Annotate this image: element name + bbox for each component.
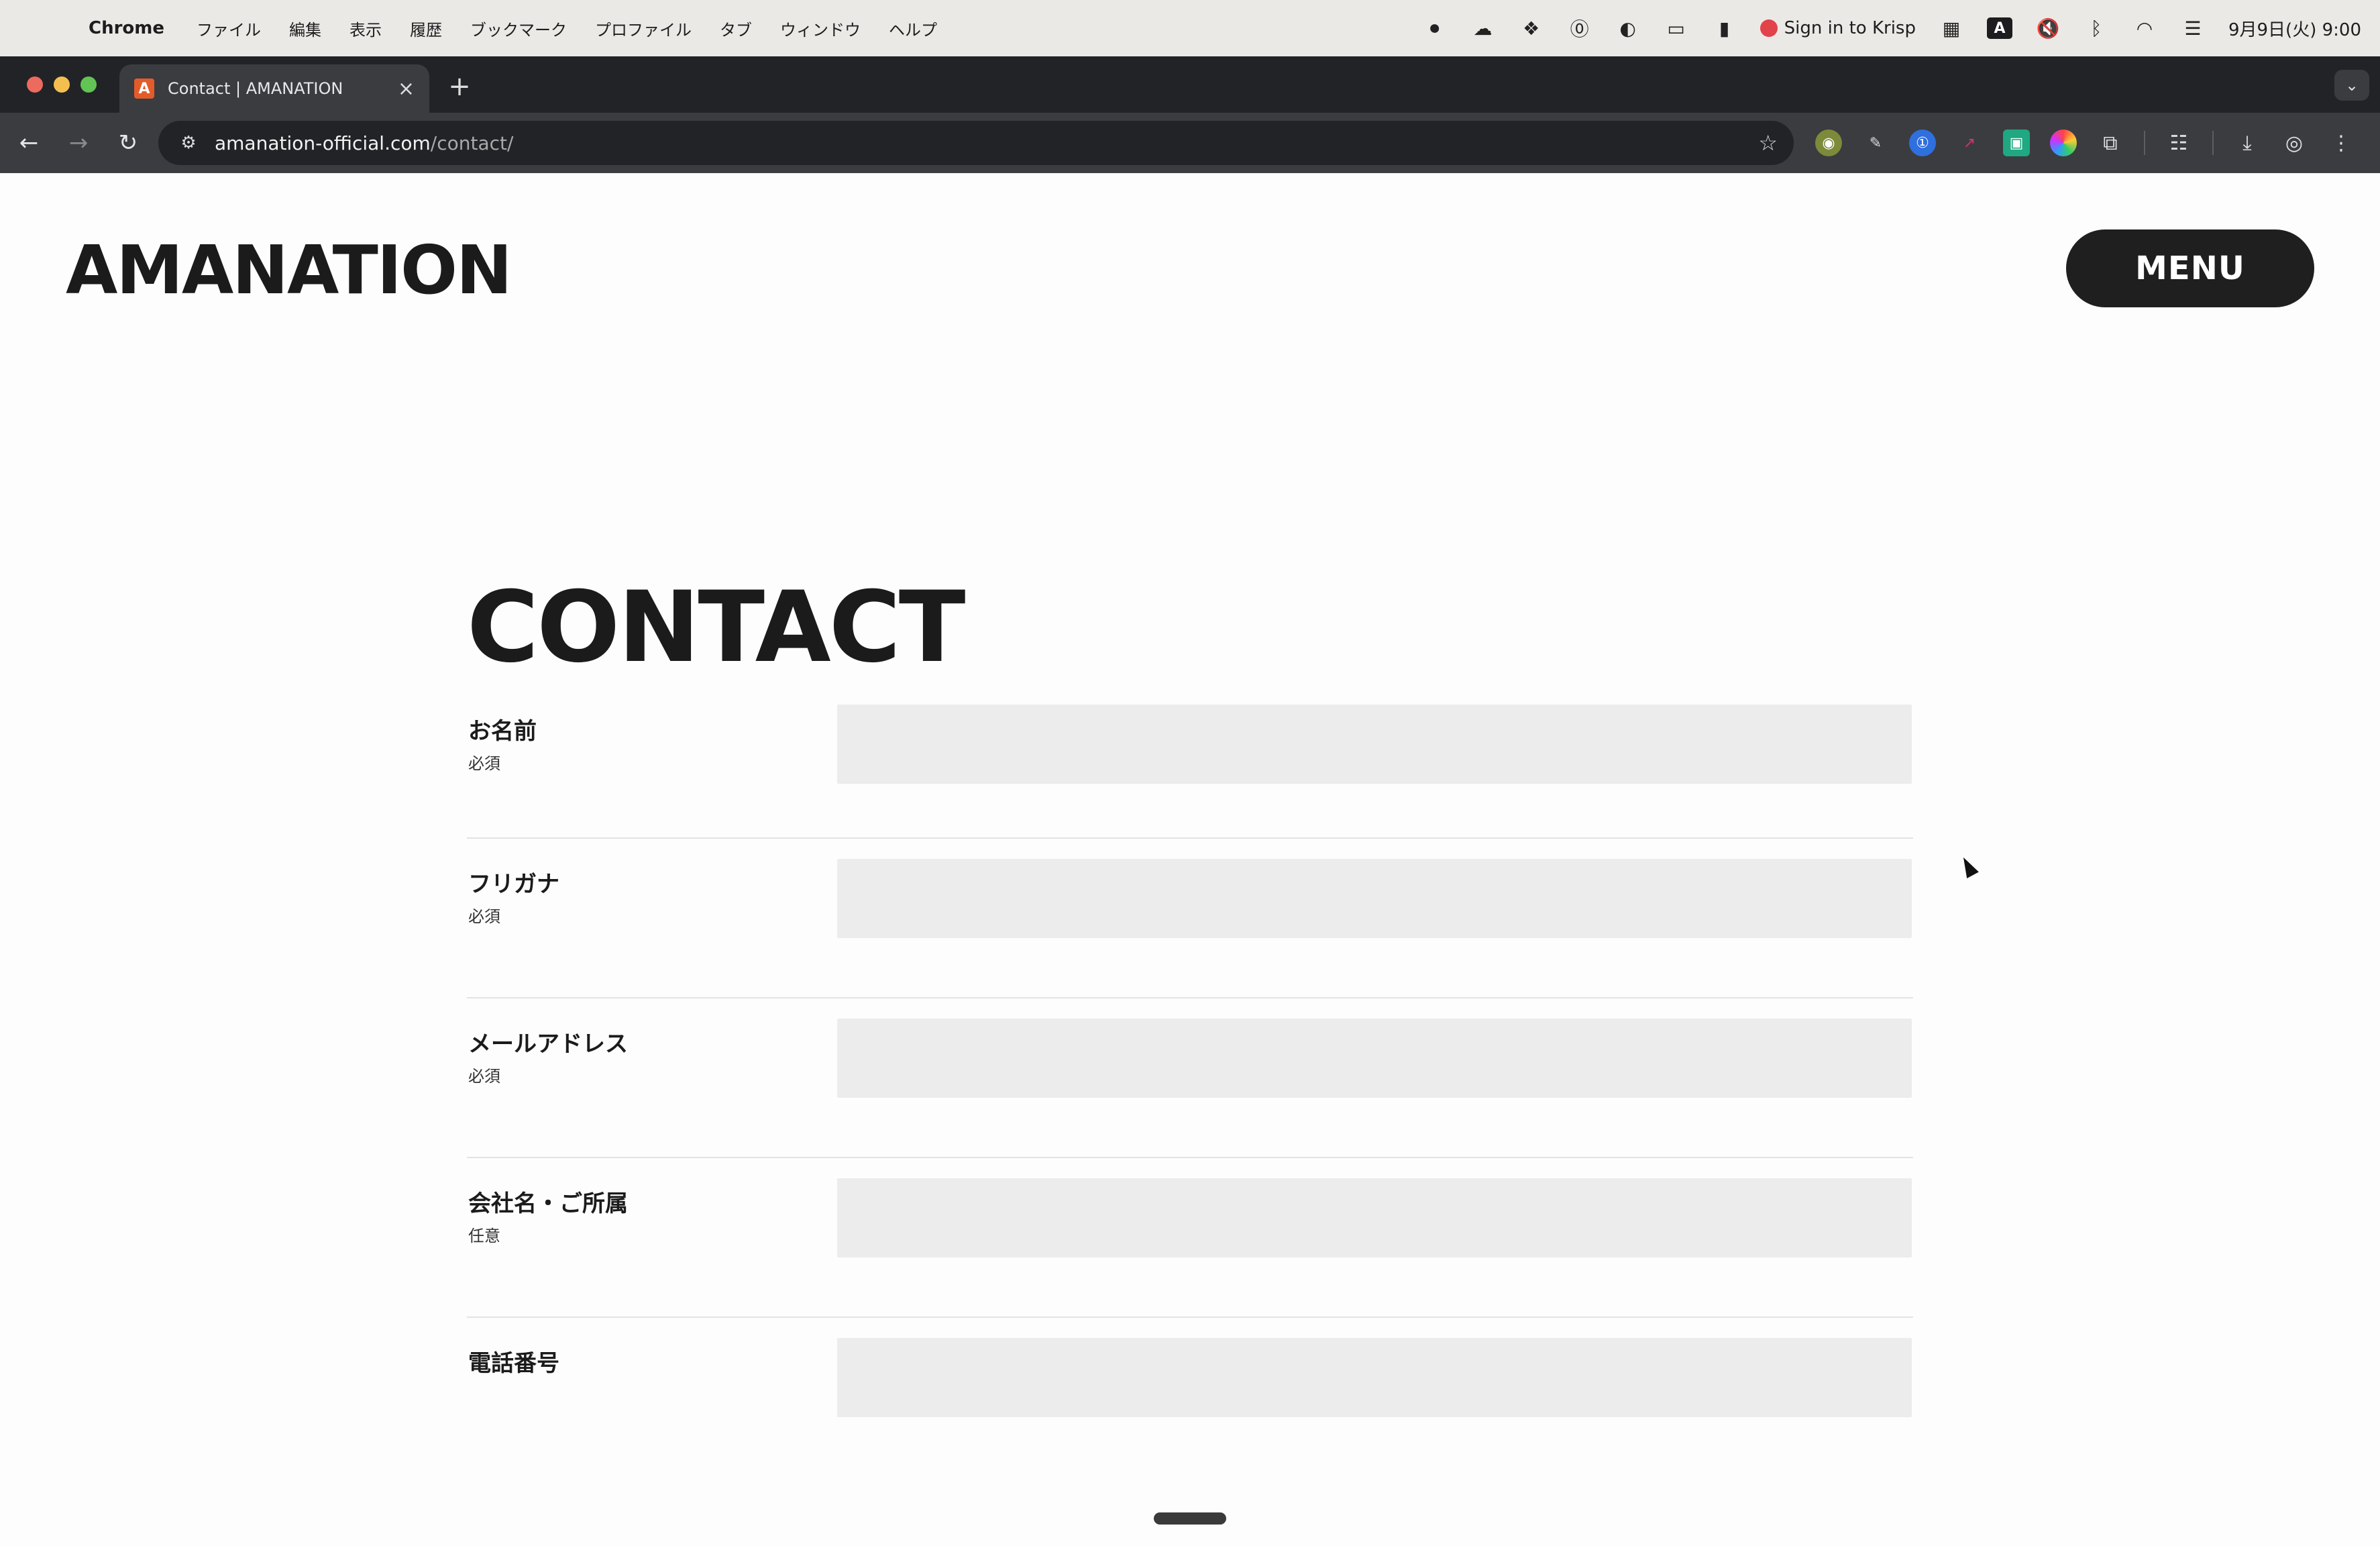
extension-link-icon[interactable]: ↗ bbox=[1956, 130, 1983, 156]
control-center-icon[interactable]: ☰ bbox=[2180, 15, 2206, 41]
display-icon[interactable]: ▭ bbox=[1664, 15, 1689, 41]
forward-icon[interactable]: → bbox=[58, 122, 99, 164]
onepassword-icon[interactable]: ⓪ bbox=[1567, 15, 1592, 41]
app-menu-chrome[interactable]: Chrome bbox=[89, 18, 164, 38]
mute-icon[interactable]: 🔇 bbox=[2035, 15, 2061, 41]
menu-history[interactable]: 履歴 bbox=[410, 17, 442, 40]
profile-icon[interactable]: ◎ bbox=[2281, 130, 2308, 156]
menu-edit[interactable]: 編集 bbox=[289, 17, 321, 40]
record-icon[interactable]: ⏺ bbox=[1422, 15, 1448, 41]
reading-list-icon[interactable]: ☷ bbox=[2165, 130, 2192, 156]
name-input[interactable] bbox=[837, 705, 1912, 784]
krisp-status[interactable]: Sign in to Krisp bbox=[1760, 18, 1916, 38]
memory-icon[interactable]: ▦ bbox=[1939, 15, 1964, 41]
moon-icon[interactable]: ◐ bbox=[1615, 15, 1641, 41]
input-source-badge[interactable]: A bbox=[1986, 17, 2012, 39]
scroll-handle[interactable] bbox=[1154, 1512, 1226, 1525]
required-badge: 必須 bbox=[468, 754, 500, 773]
menu-help[interactable]: ヘルプ bbox=[889, 17, 937, 40]
form-row-phone: 電話番号 bbox=[467, 1318, 1913, 1417]
bookmark-star-icon[interactable]: ☆ bbox=[1758, 130, 1778, 156]
status-tray: ⏺ ☁ ❖ ⓪ ◐ ▭ ▮ Sign in to Krisp ▦ A 🔇 ᛒ ◠… bbox=[1422, 15, 2361, 41]
battery-icon[interactable]: ▮ bbox=[1712, 15, 1737, 41]
toolbar-divider bbox=[2212, 131, 2214, 155]
menu-bookmarks[interactable]: ブックマーク bbox=[470, 17, 567, 40]
reload-icon[interactable]: ↻ bbox=[107, 122, 149, 164]
page-title: CONTACT bbox=[467, 570, 965, 684]
form-row-furigana: フリガナ 必須 bbox=[467, 839, 1913, 998]
krisp-label: Sign in to Krisp bbox=[1784, 18, 1916, 38]
company-input[interactable] bbox=[837, 1178, 1912, 1257]
menu-window[interactable]: ウィンドウ bbox=[780, 17, 861, 40]
more-menu-icon[interactable]: ⋮ bbox=[2328, 130, 2355, 156]
wifi-icon[interactable]: ◠ bbox=[2132, 15, 2157, 41]
extensions-puzzle-icon[interactable]: ⧉ bbox=[2097, 130, 2124, 156]
tab-active[interactable]: A Contact | AMANATION × bbox=[119, 64, 429, 113]
url-path: /contact/ bbox=[430, 132, 514, 154]
macos-menu-bar: Chrome ファイル 編集 表示 履歴 ブックマーク プロファイル タブ ウィ… bbox=[0, 0, 2380, 56]
form-row-name: お名前 必須 bbox=[467, 691, 1913, 839]
eyedropper-icon[interactable]: ✎ bbox=[1862, 130, 1889, 156]
back-icon[interactable]: ← bbox=[8, 122, 50, 164]
bluetooth-icon[interactable]: ᛒ bbox=[2084, 15, 2109, 41]
menu-view[interactable]: 表示 bbox=[349, 17, 382, 40]
furigana-input[interactable] bbox=[837, 859, 1912, 938]
window-zoom-button[interactable] bbox=[80, 76, 97, 93]
download-icon[interactable]: ⤓ bbox=[2234, 130, 2261, 156]
window-close-button[interactable] bbox=[27, 76, 43, 93]
new-tab-button[interactable]: + bbox=[443, 70, 476, 103]
form-row-email: メールアドレス 必須 bbox=[467, 998, 1913, 1158]
email-input[interactable] bbox=[837, 1019, 1912, 1098]
form-row-company: 会社名・ご所属 任意 bbox=[467, 1158, 1913, 1318]
menu-file[interactable]: ファイル bbox=[197, 17, 261, 40]
address-bar[interactable]: ⚙ amanation-official.com/contact/ ☆ bbox=[158, 121, 1794, 165]
field-label: 電話番号 bbox=[468, 1350, 559, 1377]
field-label: メールアドレス bbox=[468, 1031, 628, 1058]
site-favicon-icon: A bbox=[134, 79, 154, 99]
menu-button[interactable]: MENU bbox=[2066, 229, 2314, 307]
field-label: フリガナ bbox=[468, 871, 559, 898]
tab-title: Contact | AMANATION bbox=[168, 79, 343, 98]
required-badge: 必須 bbox=[468, 907, 500, 926]
menu-profiles[interactable]: プロファイル bbox=[595, 17, 692, 40]
optional-badge: 任意 bbox=[468, 1227, 500, 1245]
extensions-row: ◉ ✎ ① ↗ ▣ ⧉ ☷ ⤓ ◎ ⋮ bbox=[1815, 121, 2355, 165]
field-label: お名前 bbox=[468, 718, 537, 745]
contact-form: お名前 必須 フリガナ 必須 メールアドレス 必須 会社名・ご所属 任意 電話番… bbox=[467, 691, 1913, 1417]
toolbar-divider bbox=[2144, 131, 2145, 155]
color-picker-icon[interactable] bbox=[2050, 130, 2077, 156]
phone-input[interactable] bbox=[837, 1338, 1912, 1417]
window-minimize-button[interactable] bbox=[54, 76, 70, 93]
site-info-icon[interactable]: ⚙ bbox=[174, 129, 203, 157]
menu-tab[interactable]: タブ bbox=[720, 17, 752, 40]
onepassword-extension-icon[interactable]: ① bbox=[1909, 130, 1936, 156]
clock[interactable]: 9月9日(火) 9:00 bbox=[2228, 16, 2361, 41]
krisp-icon bbox=[1760, 19, 1778, 37]
url-host: amanation-official.com bbox=[215, 132, 431, 154]
extension-green-icon[interactable]: ▣ bbox=[2003, 130, 2030, 156]
field-label: 会社名・ご所属 bbox=[468, 1190, 628, 1217]
site-logo[interactable]: AMANATION bbox=[66, 231, 512, 309]
cloud-icon[interactable]: ☁ bbox=[1470, 15, 1496, 41]
dropbox-icon[interactable]: ❖ bbox=[1519, 15, 1544, 41]
required-badge: 必須 bbox=[468, 1067, 500, 1086]
tab-search-button[interactable]: ⌄ bbox=[2334, 70, 2369, 101]
extension-1-icon[interactable]: ◉ bbox=[1815, 130, 1842, 156]
close-icon[interactable]: × bbox=[398, 77, 415, 101]
